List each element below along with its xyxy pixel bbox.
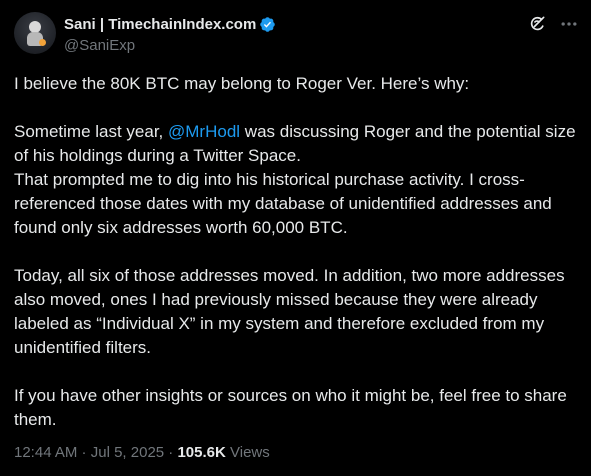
verified-badge-icon[interactable] bbox=[259, 16, 276, 33]
avatar[interactable] bbox=[14, 12, 56, 54]
grok-icon[interactable] bbox=[527, 14, 547, 34]
tweet-header: Sani | TimechainIndex.com @SaniExp bbox=[14, 12, 579, 58]
tweet-paragraph: Today, all six of those addresses moved.… bbox=[14, 266, 565, 357]
tweet-date[interactable]: Jul 5, 2025 bbox=[91, 444, 164, 461]
meta-separator: · bbox=[164, 444, 178, 461]
mention-link[interactable]: @MrHodl bbox=[168, 122, 240, 141]
tweet-paragraph: Sometime last year, @MrHodl was discussi… bbox=[14, 120, 579, 168]
header-actions bbox=[527, 14, 579, 34]
meta-separator: · bbox=[77, 444, 91, 461]
views-count[interactable]: 105.6K bbox=[177, 444, 225, 461]
tweet-time[interactable]: 12:44 AM bbox=[14, 444, 77, 461]
more-options-icon[interactable] bbox=[559, 14, 579, 34]
author-names: Sani | TimechainIndex.com @SaniExp bbox=[64, 14, 276, 54]
tweet-text: I believe the 80K BTC may belong to Roge… bbox=[14, 72, 579, 432]
tweet-text-span: Sometime last year, bbox=[14, 122, 169, 141]
tweet-paragraph: That prompted me to dig into his histori… bbox=[14, 170, 552, 237]
tweet-paragraph: I believe the 80K BTC may belong to Roge… bbox=[14, 74, 470, 93]
views-label: Views bbox=[225, 444, 270, 461]
handle[interactable]: @SaniExp bbox=[64, 37, 276, 54]
tweet-card: Sani | TimechainIndex.com @SaniExp I bel… bbox=[0, 0, 591, 476]
tweet-paragraph: If you have other insights or sources on… bbox=[14, 386, 567, 429]
display-name-row: Sani | TimechainIndex.com bbox=[64, 14, 276, 34]
avatar-accent bbox=[39, 39, 46, 46]
tweet-meta: 12:44 AM · Jul 5, 2025 · 105.6K Views bbox=[14, 444, 270, 461]
display-name[interactable]: Sani | TimechainIndex.com bbox=[64, 16, 256, 33]
